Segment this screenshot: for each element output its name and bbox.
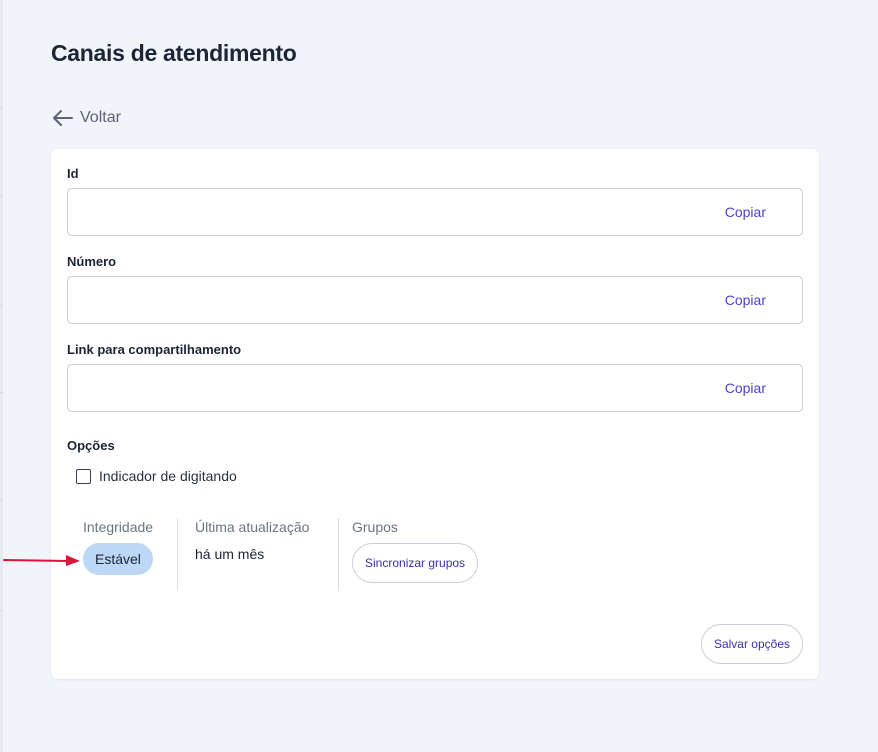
channel-card: Id Copiar Número Copiar Link para compar…: [51, 149, 819, 679]
typing-indicator-option[interactable]: Indicador de digitando: [76, 468, 237, 484]
share-link-input[interactable]: [78, 365, 678, 411]
number-field-box: Copiar: [67, 276, 803, 324]
number-label: Número: [67, 254, 117, 269]
typing-indicator-checkbox[interactable]: [76, 468, 91, 484]
annotation-arrow-icon: [3, 555, 80, 566]
save-options-button[interactable]: Salvar opções: [700, 624, 803, 664]
options-title: Opções: [67, 438, 115, 453]
typing-indicator-label: Indicador de digitando: [99, 468, 237, 484]
sidebar-separator: [0, 195, 3, 196]
copy-number-button[interactable]: Copiar: [725, 292, 766, 308]
status-badge: Estável: [83, 543, 153, 575]
id-field-box: Copiar: [67, 188, 803, 236]
last-update-title: Última atualização: [195, 519, 309, 537]
last-update-value: há um mês: [195, 546, 265, 562]
share-link-field-box: Copiar: [67, 364, 803, 412]
number-input[interactable]: [78, 277, 678, 323]
groups-title-text: Grupos: [352, 519, 398, 535]
sidebar-separator: [0, 305, 3, 306]
sidebar-separator: [0, 392, 3, 393]
id-input[interactable]: [78, 189, 678, 235]
sidebar-edge: [0, 0, 3, 752]
page-title: Canais de atendimento: [51, 40, 297, 66]
status-divider: [338, 518, 339, 591]
sidebar-separator: [0, 500, 3, 501]
sync-groups-button[interactable]: Sincronizar grupos: [352, 543, 479, 583]
share-link-label: Link para compartilhamento: [67, 342, 242, 357]
groups-title: Grupos: [352, 519, 398, 537]
id-label: Id: [67, 166, 79, 181]
arrow-left-icon: [53, 110, 73, 126]
status-divider: [177, 518, 178, 591]
sidebar-separator: [0, 108, 3, 109]
integrity-title: Integridade: [83, 519, 153, 537]
sidebar-separator: [0, 610, 3, 611]
back-link[interactable]: Voltar: [52, 109, 121, 127]
back-link-label: Voltar: [80, 109, 121, 126]
copy-share-link-button[interactable]: Copiar: [725, 380, 766, 396]
integrity-title-text: Integridade: [83, 519, 154, 535]
last-update-title-text: Última atualização: [195, 519, 310, 535]
copy-id-button[interactable]: Copiar: [725, 204, 766, 220]
